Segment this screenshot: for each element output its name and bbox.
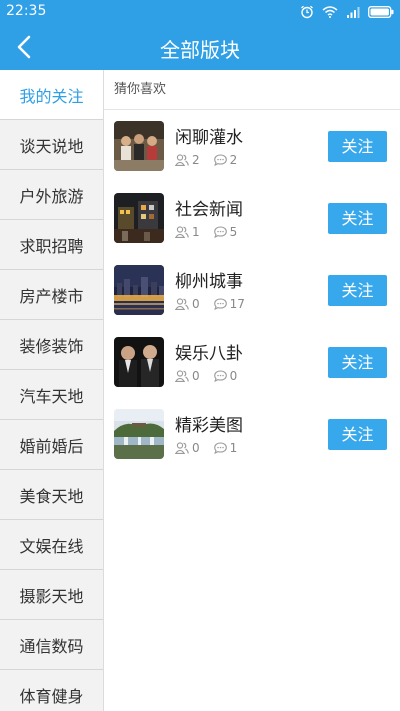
follow-button[interactable]: 关注 bbox=[328, 347, 387, 378]
members-icon bbox=[175, 298, 189, 310]
forum-name: 柳州城事 bbox=[175, 272, 243, 292]
post-count: 0 bbox=[213, 369, 237, 383]
sidebar-item-label: 文娱在线 bbox=[19, 536, 84, 556]
alarm-icon bbox=[300, 5, 314, 19]
forum-row[interactable]: 柳州城事 0 17 关注 bbox=[104, 254, 400, 326]
forum-stats: 2 2 bbox=[175, 153, 251, 167]
forum-thumbnail bbox=[114, 265, 164, 315]
forum-name: 闲聊灌水 bbox=[175, 128, 243, 148]
member-count: 2 bbox=[175, 153, 200, 167]
sidebar-item-label: 户外旅游 bbox=[19, 186, 84, 206]
comment-icon bbox=[213, 442, 227, 454]
sidebar-item-label: 房产楼市 bbox=[19, 286, 84, 306]
sidebar-item-marriage[interactable]: 婚前婚后 bbox=[0, 420, 103, 470]
forum-row[interactable]: 社会新闻 1 5 关注 bbox=[104, 182, 400, 254]
forum-row[interactable]: 娱乐八卦 0 0 关注 bbox=[104, 326, 400, 398]
sidebar-item-real-estate[interactable]: 房产楼市 bbox=[0, 270, 103, 320]
sidebar-item-chat[interactable]: 谈天说地 bbox=[0, 120, 103, 170]
follow-button[interactable]: 关注 bbox=[328, 203, 387, 234]
member-count: 1 bbox=[175, 225, 200, 239]
sidebar-item-label: 汽车天地 bbox=[19, 386, 84, 406]
sidebar-item-label: 体育健身 bbox=[19, 686, 84, 706]
forum-row[interactable]: 闲聊灌水 2 2 关注 bbox=[104, 110, 400, 182]
member-count: 0 bbox=[175, 369, 200, 383]
forum-thumbnail bbox=[114, 193, 164, 243]
forum-thumbnail bbox=[114, 121, 164, 171]
status-icons bbox=[300, 5, 394, 19]
follow-button[interactable]: 关注 bbox=[328, 275, 387, 306]
post-count: 2 bbox=[213, 153, 237, 167]
members-icon bbox=[175, 154, 189, 166]
sidebar-item-label: 婚前婚后 bbox=[19, 436, 84, 456]
follow-button[interactable]: 关注 bbox=[328, 419, 387, 450]
forum-thumbnail bbox=[114, 409, 164, 459]
sidebar-item-digital[interactable]: 通信数码 bbox=[0, 620, 103, 670]
battery-icon bbox=[368, 6, 394, 18]
forum-stats: 0 0 bbox=[175, 369, 251, 383]
sidebar-item-label: 美食天地 bbox=[19, 486, 84, 506]
forum-name: 娱乐八卦 bbox=[175, 344, 243, 364]
sidebar-item-outdoor-travel[interactable]: 户外旅游 bbox=[0, 170, 103, 220]
members-icon bbox=[175, 370, 189, 382]
sidebar-item-label: 装修装饰 bbox=[19, 336, 84, 356]
sidebar-item-decoration[interactable]: 装修装饰 bbox=[0, 320, 103, 370]
status-time: 22:35 bbox=[6, 3, 47, 19]
wifi-icon bbox=[322, 6, 338, 18]
comment-icon bbox=[213, 154, 227, 166]
comment-icon bbox=[213, 370, 227, 382]
sidebar-item-label: 摄影天地 bbox=[19, 586, 84, 606]
forum-stats: 0 1 bbox=[175, 441, 251, 455]
members-icon bbox=[175, 442, 189, 454]
category-sidebar: 我的关注 谈天说地 户外旅游 求职招聘 房产楼市 装修装饰 汽车天地 婚前婚后 … bbox=[0, 70, 104, 711]
sidebar-item-jobs[interactable]: 求职招聘 bbox=[0, 220, 103, 270]
sidebar-item-cars[interactable]: 汽车天地 bbox=[0, 370, 103, 420]
follow-button[interactable]: 关注 bbox=[328, 131, 387, 162]
post-count: 5 bbox=[213, 225, 237, 239]
member-count: 0 bbox=[175, 297, 200, 311]
sidebar-item-label: 求职招聘 bbox=[19, 236, 84, 256]
section-title: 猜你喜欢 bbox=[104, 70, 400, 110]
post-count: 1 bbox=[213, 441, 237, 455]
forum-stats: 0 17 bbox=[175, 297, 259, 311]
page-title: 全部版块 bbox=[160, 38, 240, 62]
comment-icon bbox=[213, 298, 227, 310]
sidebar-item-label: 谈天说地 bbox=[19, 136, 84, 156]
signal-icon bbox=[346, 6, 360, 18]
member-count: 0 bbox=[175, 441, 200, 455]
sidebar-item-photography[interactable]: 摄影天地 bbox=[0, 570, 103, 620]
members-icon bbox=[175, 226, 189, 238]
sidebar-item-sports[interactable]: 体育健身 bbox=[0, 670, 103, 711]
sidebar-item-entertainment[interactable]: 文娱在线 bbox=[0, 520, 103, 570]
comment-icon bbox=[213, 226, 227, 238]
forum-row[interactable]: 精彩美图 0 1 关注 bbox=[104, 398, 400, 470]
forum-name: 社会新闻 bbox=[175, 200, 243, 220]
post-count: 17 bbox=[213, 297, 245, 311]
forum-name: 精彩美图 bbox=[175, 416, 243, 436]
forum-thumbnail bbox=[114, 337, 164, 387]
forum-list-panel: 猜你喜欢 闲聊灌水 2 2 关注 社会新闻 1 5 关注 柳州城事 0 17 关… bbox=[104, 70, 400, 711]
status-bar: 22:35 bbox=[0, 0, 400, 24]
sidebar-item-label: 通信数码 bbox=[19, 636, 84, 656]
sidebar-item-label: 我的关注 bbox=[19, 86, 84, 106]
app-bar: 全部版块 bbox=[0, 24, 400, 70]
sidebar-item-my-follows[interactable]: 我的关注 bbox=[0, 70, 103, 120]
forum-stats: 1 5 bbox=[175, 225, 251, 239]
sidebar-item-food[interactable]: 美食天地 bbox=[0, 470, 103, 520]
